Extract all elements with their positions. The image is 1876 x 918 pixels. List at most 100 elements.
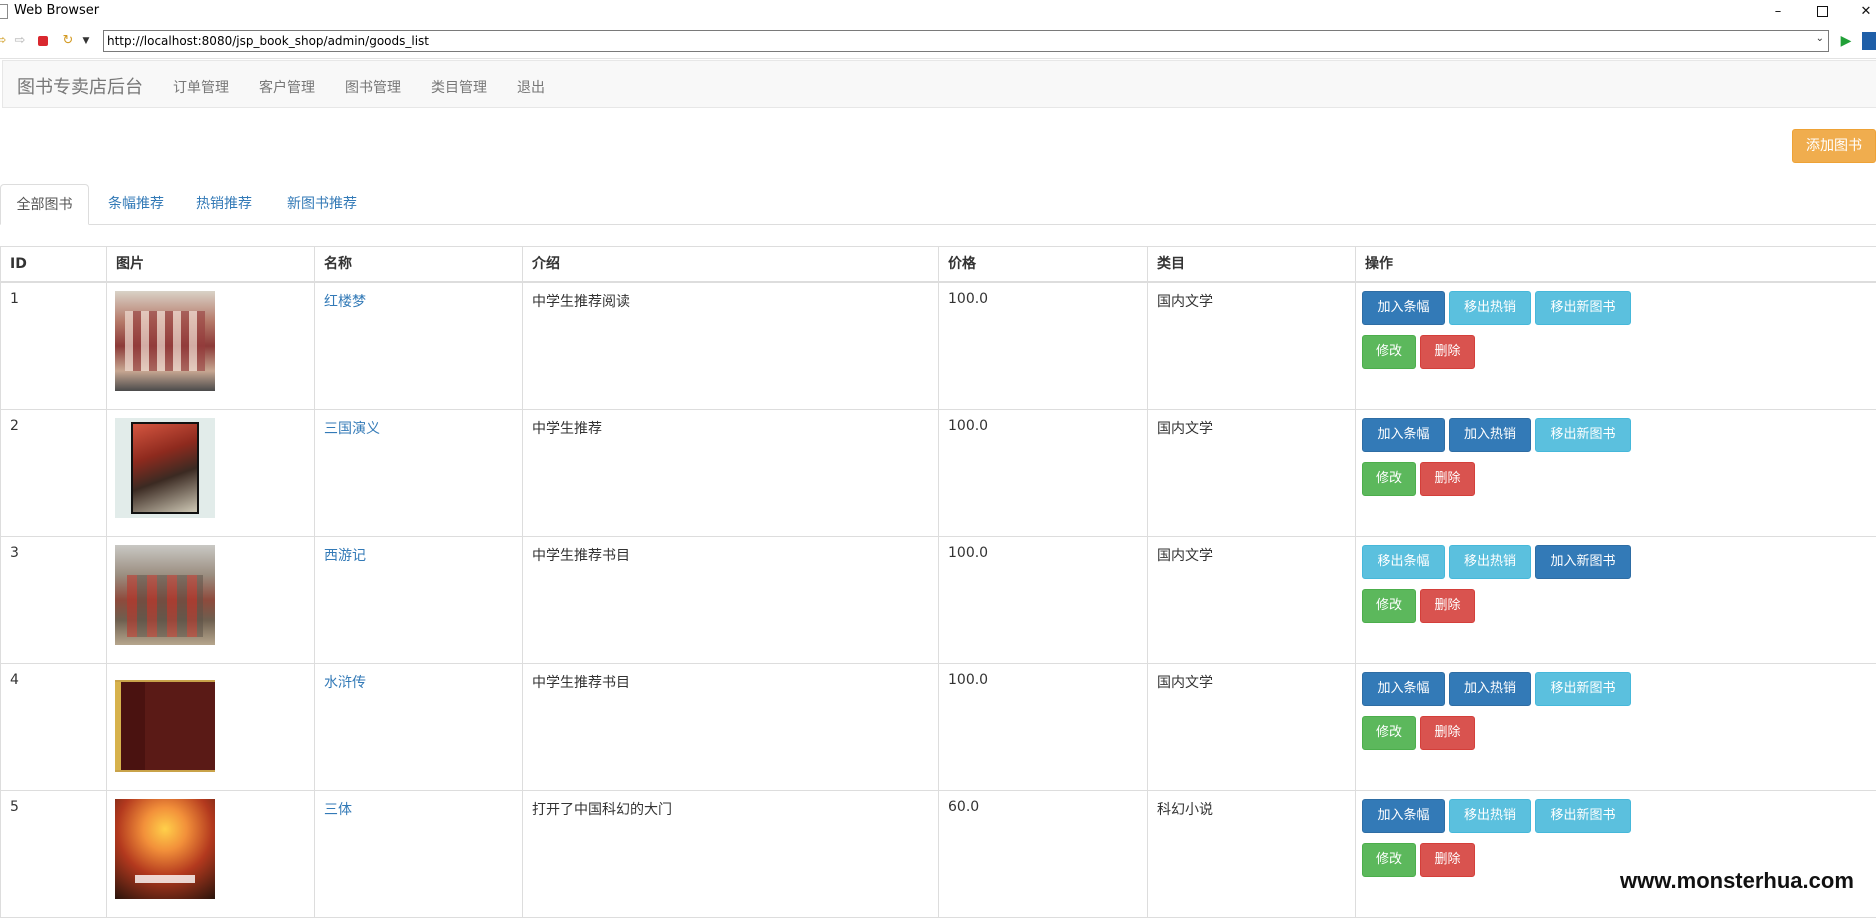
- cell-intro: 打开了中国科幻的大门: [522, 791, 938, 917]
- cell-intro: 中学生推荐书目: [522, 537, 938, 663]
- cell-image: [106, 283, 314, 409]
- nav-customers[interactable]: 客户管理: [259, 77, 315, 97]
- edit-button[interactable]: 修改: [1362, 462, 1416, 496]
- tab-banner[interactable]: 条幅推荐: [94, 184, 178, 225]
- close-icon[interactable]: ✕: [1844, 0, 1876, 24]
- address-bar[interactable]: ⌄: [103, 30, 1829, 52]
- header-id: ID: [0, 247, 106, 282]
- table-row: 4 水浒传 中学生推荐书目 100.0 国内文学 加入条幅 加入热销 移出新图书…: [0, 664, 1876, 791]
- tab-new-books[interactable]: 新图书推荐: [272, 184, 372, 225]
- hot-toggle-button[interactable]: 移出热销: [1449, 545, 1531, 579]
- cell-intro: 中学生推荐书目: [522, 664, 938, 790]
- extension-icon[interactable]: [1862, 32, 1876, 50]
- cell-id: 1: [0, 283, 106, 409]
- book-name-link[interactable]: 西游记: [324, 548, 366, 564]
- cell-category: 国内文学: [1147, 537, 1355, 663]
- chevron-down-icon[interactable]: ▼: [80, 32, 92, 50]
- window-titlebar: Web Browser – ✕: [0, 0, 1876, 24]
- watermark-text: www.monsterhua.com: [1618, 868, 1856, 894]
- cell-image: [106, 791, 314, 917]
- cell-category: 科幻小说: [1147, 791, 1355, 917]
- recommend-tabs: 全部图书 条幅推荐 热销推荐 新图书推荐: [0, 184, 1876, 225]
- url-dropdown-icon[interactable]: ⌄: [1816, 33, 1824, 44]
- cell-image: [106, 410, 314, 536]
- forward-icon[interactable]: ⇨: [12, 32, 28, 50]
- add-book-button[interactable]: 添加图书: [1792, 129, 1876, 163]
- delete-button[interactable]: 删除: [1420, 462, 1475, 496]
- tab-all-books[interactable]: 全部图书: [0, 184, 89, 225]
- banner-toggle-button[interactable]: 加入条幅: [1362, 799, 1445, 833]
- nav-categories[interactable]: 类目管理: [431, 77, 487, 97]
- navbar-brand[interactable]: 图书专卖店后台: [17, 73, 143, 99]
- delete-button[interactable]: 删除: [1420, 716, 1475, 750]
- cell-id: 3: [0, 537, 106, 663]
- nav-logout[interactable]: 退出: [517, 77, 545, 97]
- banner-toggle-button[interactable]: 移出条幅: [1362, 545, 1445, 579]
- cell-intro: 中学生推荐: [522, 410, 938, 536]
- cell-category: 国内文学: [1147, 283, 1355, 409]
- cell-name: 三体: [314, 791, 522, 917]
- cell-price: 100.0: [938, 537, 1147, 663]
- tab-hot[interactable]: 热销推荐: [182, 184, 266, 225]
- book-cover-image: [115, 799, 215, 899]
- new-toggle-button[interactable]: 移出新图书: [1535, 418, 1631, 452]
- book-name-link[interactable]: 水浒传: [324, 675, 366, 691]
- maximize-icon[interactable]: [1800, 0, 1844, 24]
- hot-toggle-button[interactable]: 加入热销: [1449, 418, 1531, 452]
- book-cover-image: [115, 418, 215, 518]
- cell-name: 水浒传: [314, 664, 522, 790]
- go-icon[interactable]: ▶: [1838, 32, 1854, 50]
- nav-books[interactable]: 图书管理: [345, 77, 401, 97]
- delete-button[interactable]: 删除: [1420, 335, 1475, 369]
- delete-button[interactable]: 删除: [1420, 843, 1475, 877]
- table-row: 3 西游记 中学生推荐书目 100.0 国内文学 移出条幅 移出热销 加入新图书…: [0, 537, 1876, 664]
- back-icon[interactable]: ⇨: [0, 32, 8, 50]
- minimize-icon[interactable]: –: [1756, 0, 1800, 24]
- new-toggle-button[interactable]: 移出新图书: [1535, 672, 1631, 706]
- refresh-icon[interactable]: ↻: [60, 32, 76, 50]
- hot-toggle-button[interactable]: 移出热销: [1449, 291, 1531, 325]
- new-toggle-button[interactable]: 移出新图书: [1535, 291, 1631, 325]
- banner-toggle-button[interactable]: 加入条幅: [1362, 418, 1445, 452]
- book-cover-image: [115, 545, 215, 645]
- cell-price: 100.0: [938, 664, 1147, 790]
- table-row: 2 三国演义 中学生推荐 100.0 国内文学 加入条幅 加入热销 移出新图书 …: [0, 410, 1876, 537]
- browser-app-icon: [0, 4, 8, 19]
- window-title: Web Browser: [14, 3, 100, 18]
- cell-image: [106, 537, 314, 663]
- book-cover-image: [115, 291, 215, 391]
- cell-id: 2: [0, 410, 106, 536]
- table-header: ID 图片 名称 介绍 价格 类目 操作: [0, 246, 1876, 283]
- book-name-link[interactable]: 三体: [324, 802, 352, 818]
- cell-price: 100.0: [938, 283, 1147, 409]
- cell-price: 100.0: [938, 410, 1147, 536]
- cell-price: 60.0: [938, 791, 1147, 917]
- book-cover-image: [115, 672, 215, 772]
- admin-navbar: 图书专卖店后台 订单管理 客户管理 图书管理 类目管理 退出: [2, 60, 1876, 108]
- edit-button[interactable]: 修改: [1362, 335, 1416, 369]
- book-name-link[interactable]: 红楼梦: [324, 294, 366, 310]
- table-row: 1 红楼梦 中学生推荐阅读 100.0 国内文学 加入条幅 移出热销 移出新图书…: [0, 283, 1876, 410]
- delete-button[interactable]: 删除: [1420, 589, 1475, 623]
- header-price: 价格: [938, 247, 1147, 282]
- hot-toggle-button[interactable]: 加入热销: [1449, 672, 1531, 706]
- edit-button[interactable]: 修改: [1362, 589, 1416, 623]
- edit-button[interactable]: 修改: [1362, 843, 1416, 877]
- banner-toggle-button[interactable]: 加入条幅: [1362, 672, 1445, 706]
- edit-button[interactable]: 修改: [1362, 716, 1416, 750]
- cell-name: 三国演义: [314, 410, 522, 536]
- new-toggle-button[interactable]: 移出新图书: [1535, 799, 1631, 833]
- cell-name: 红楼梦: [314, 283, 522, 409]
- banner-toggle-button[interactable]: 加入条幅: [1362, 291, 1445, 325]
- cell-intro: 中学生推荐阅读: [522, 283, 938, 409]
- book-name-link[interactable]: 三国演义: [324, 421, 380, 437]
- stop-icon[interactable]: [38, 36, 48, 46]
- hot-toggle-button[interactable]: 移出热销: [1449, 799, 1531, 833]
- new-toggle-button[interactable]: 加入新图书: [1535, 545, 1631, 579]
- cell-category: 国内文学: [1147, 664, 1355, 790]
- cell-name: 西游记: [314, 537, 522, 663]
- header-image: 图片: [106, 247, 314, 282]
- header-category: 类目: [1147, 247, 1355, 282]
- nav-orders[interactable]: 订单管理: [173, 77, 229, 97]
- url-input[interactable]: [107, 33, 1797, 49]
